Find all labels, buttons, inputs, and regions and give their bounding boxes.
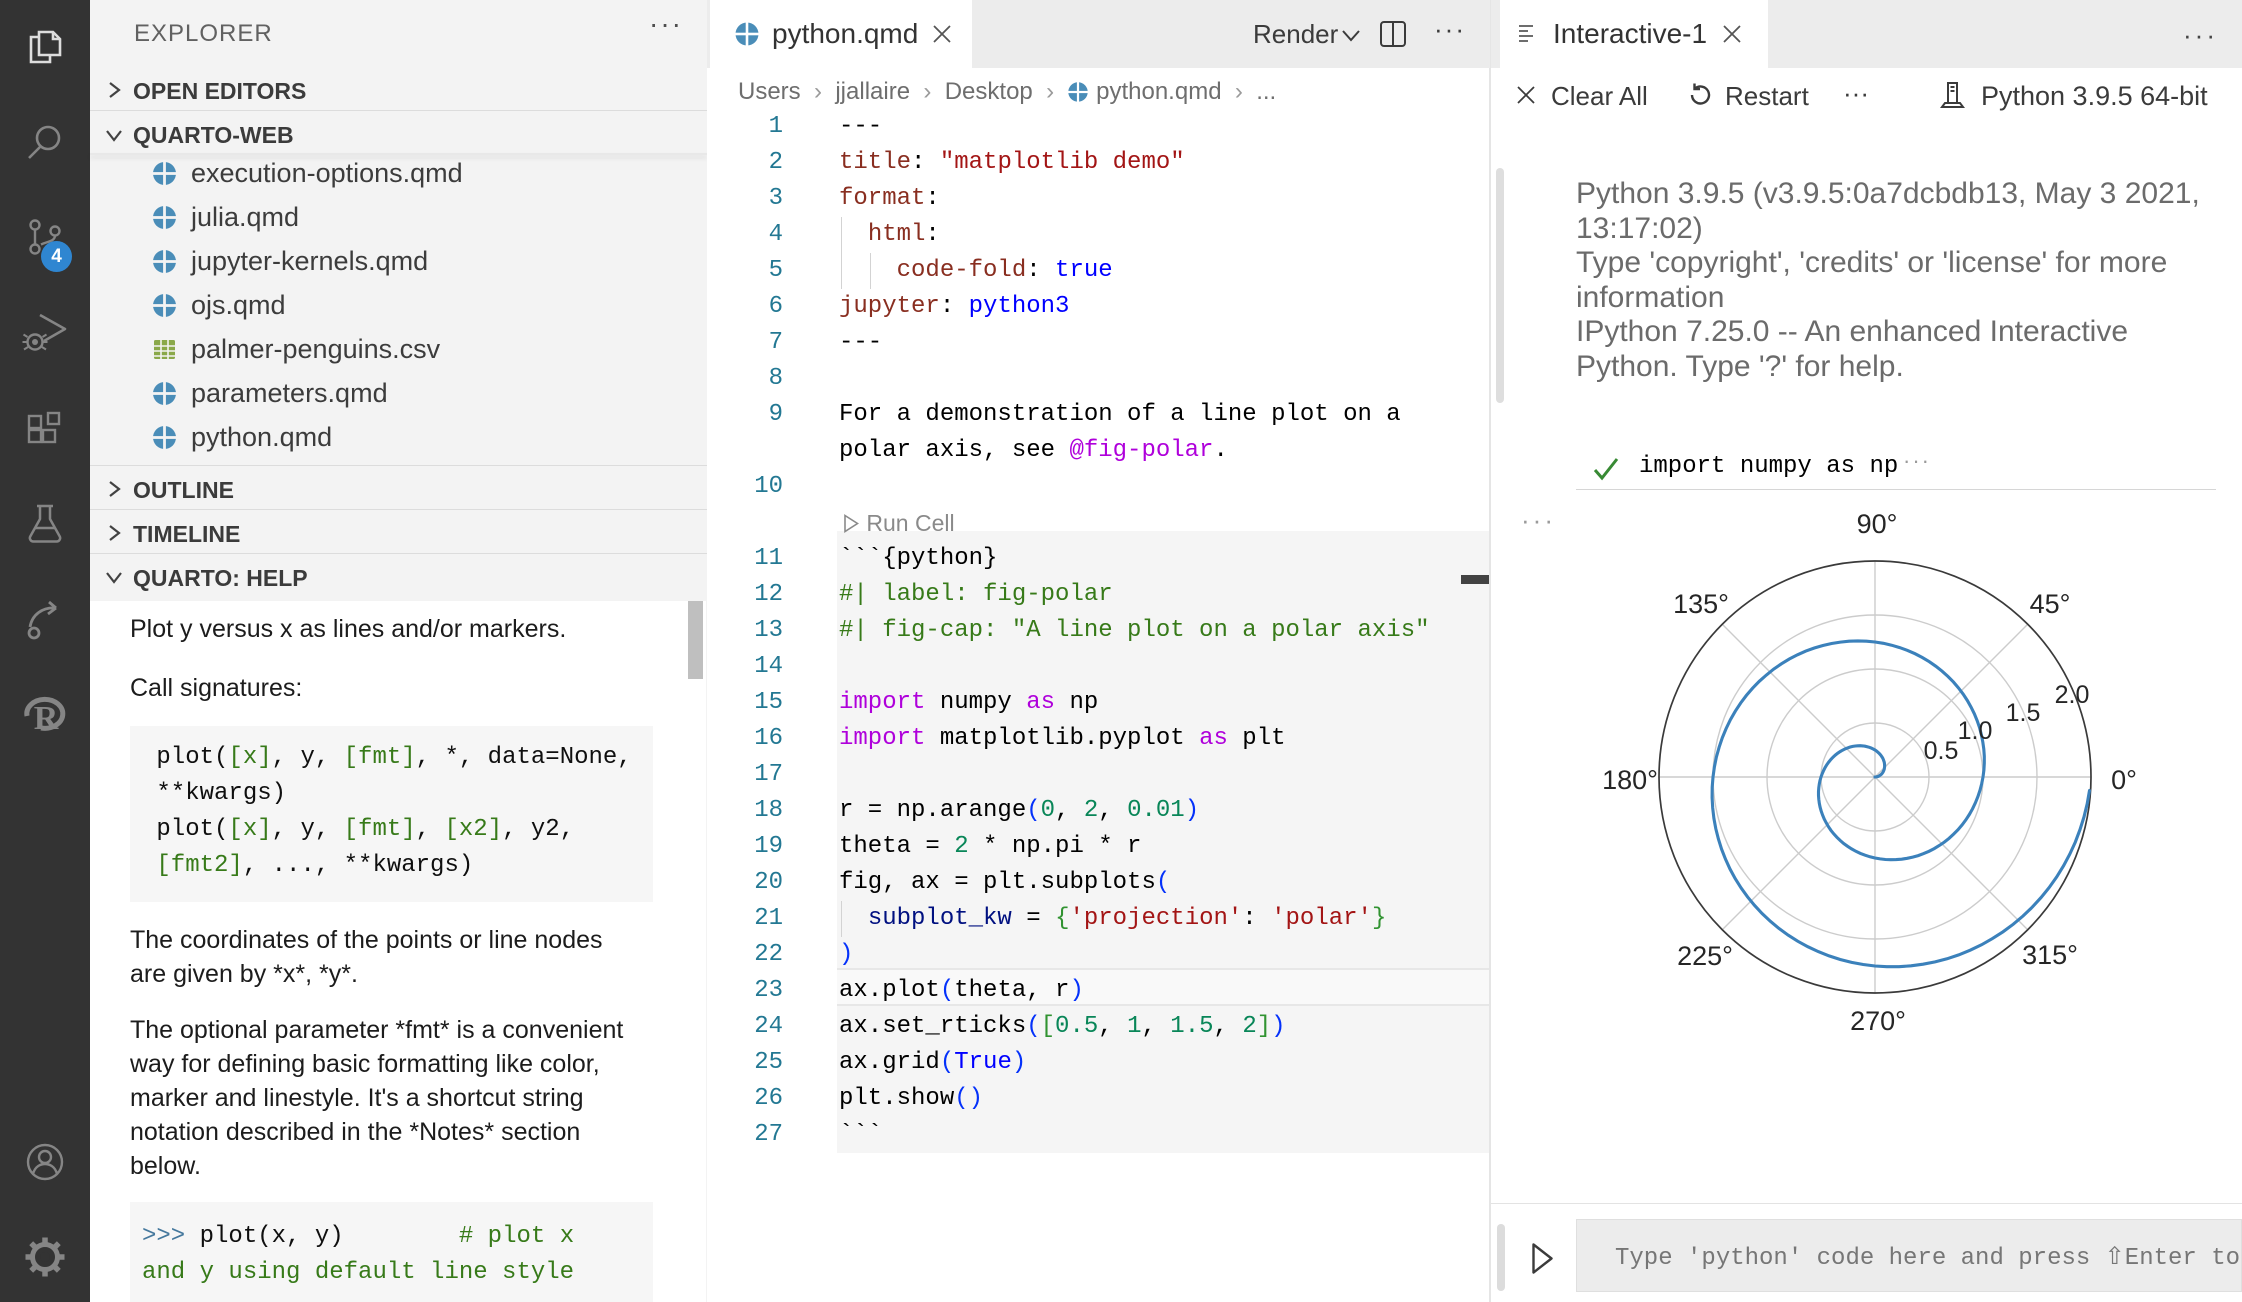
svg-text:R: R xyxy=(34,700,59,737)
svg-text:1.0: 1.0 xyxy=(1958,717,1993,745)
svg-text:225°: 225° xyxy=(1677,941,1733,971)
svg-text:2.0: 2.0 xyxy=(2055,681,2090,709)
svg-text:0.5: 0.5 xyxy=(1924,737,1959,765)
svg-text:1.5: 1.5 xyxy=(2006,699,2041,727)
svg-text:45°: 45° xyxy=(2030,589,2071,619)
svg-text:135°: 135° xyxy=(1673,589,1729,619)
svg-text:90°: 90° xyxy=(1857,509,1898,539)
svg-text:270°: 270° xyxy=(1850,1006,1906,1036)
svg-text:180°: 180° xyxy=(1602,765,1658,795)
svg-text:315°: 315° xyxy=(2022,940,2078,970)
svg-text:0°: 0° xyxy=(2111,765,2137,795)
